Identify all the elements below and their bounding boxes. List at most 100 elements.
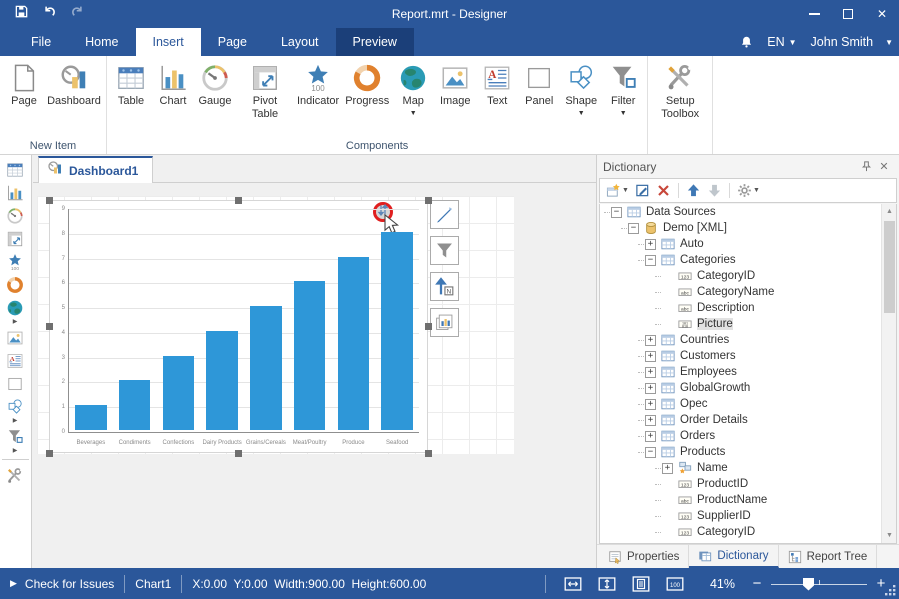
move-up-button[interactable] bbox=[684, 181, 703, 201]
chart-component[interactable]: 0 1 2 3 4 5 6 7 8 9 Beverages Condiments Confections… bbox=[49, 200, 444, 453]
sidebar-tool-map[interactable] bbox=[0, 296, 30, 319]
selection-handle[interactable] bbox=[235, 197, 242, 204]
ribbon-item-indicator[interactable]: 100 Indicator bbox=[294, 59, 342, 108]
user-menu[interactable]: John Smith ▼ bbox=[811, 35, 893, 49]
sidebar-tool-shape[interactable] bbox=[0, 395, 30, 418]
tree-node-productid[interactable]: 123 ProductID bbox=[600, 476, 896, 492]
tree-node-categoryname[interactable]: abc CategoryName bbox=[600, 284, 896, 300]
tree-node-supplierid[interactable]: 123 SupplierID bbox=[600, 508, 896, 524]
dashboard-page[interactable]: 0 1 2 3 4 5 6 7 8 9 Beverages Condiments Confections… bbox=[37, 196, 514, 457]
chart-tool-sort-ascending-button[interactable]: N bbox=[430, 272, 459, 301]
expand-icon[interactable]: + bbox=[645, 350, 656, 362]
menu-tab-layout[interactable]: Layout bbox=[264, 28, 336, 56]
menu-tab-insert[interactable]: Insert bbox=[135, 28, 201, 56]
fit-width-button[interactable] bbox=[560, 573, 586, 595]
ribbon-item-pivot-table[interactable]: Pivot Table bbox=[236, 59, 294, 121]
sidebar-tool-setup-toolbox[interactable] bbox=[0, 464, 30, 487]
zoom-slider-thumb[interactable] bbox=[803, 577, 814, 591]
tree-node-demo-xml[interactable]: − Demo [XML] bbox=[600, 220, 896, 236]
tree-node-name[interactable]: + Name bbox=[600, 460, 896, 476]
selection-handle[interactable] bbox=[46, 323, 53, 330]
collapse-icon[interactable]: − bbox=[645, 254, 656, 266]
close-button[interactable]: ✕ bbox=[865, 0, 899, 28]
ribbon-item-dashboard[interactable]: Dashboard bbox=[45, 59, 103, 108]
tab-dashboard1[interactable]: Dashboard1 bbox=[38, 156, 154, 183]
tree-node-categoryid[interactable]: 123 CategoryID bbox=[600, 524, 896, 540]
ribbon-item-text[interactable]: A Text bbox=[476, 59, 518, 108]
menu-tab-home[interactable]: Home bbox=[68, 28, 135, 56]
ribbon-item-chart[interactable]: Chart bbox=[152, 59, 194, 108]
bar-grains-cereals[interactable] bbox=[250, 306, 282, 430]
bar-meat-poultry[interactable] bbox=[293, 281, 326, 430]
panel-tab-report-tree[interactable]: Report Tree bbox=[779, 545, 878, 568]
scroll-up-icon[interactable]: ▲ bbox=[882, 204, 896, 219]
selection-handle[interactable] bbox=[235, 450, 242, 457]
tree-node-products[interactable]: − Products bbox=[600, 444, 896, 460]
chart-tool-chart-type-button[interactable] bbox=[430, 308, 459, 337]
tree-node-customers[interactable]: + Customers bbox=[600, 348, 896, 364]
sidebar-tool-filter[interactable] bbox=[0, 425, 30, 448]
tree-node-description[interactable]: abc Description bbox=[600, 300, 896, 316]
sidebar-tool-pivot-table[interactable] bbox=[0, 227, 30, 250]
ribbon-item-gauge[interactable]: Gauge bbox=[194, 59, 236, 108]
expand-icon[interactable]: + bbox=[645, 430, 656, 442]
sidebar-tool-panel[interactable] bbox=[0, 372, 30, 395]
ribbon-item-setup-toolbox[interactable]: Setup Toolbox bbox=[651, 59, 709, 121]
tree-node-employees[interactable]: + Employees bbox=[600, 364, 896, 380]
menu-tab-preview[interactable]: Preview bbox=[335, 28, 414, 56]
move-down-button[interactable] bbox=[705, 181, 724, 201]
bar-seafood[interactable] bbox=[381, 231, 413, 430]
tree-node-order-details[interactable]: + Order Details bbox=[600, 412, 896, 428]
selection-handle[interactable] bbox=[425, 450, 432, 457]
collapse-icon[interactable]: − bbox=[628, 222, 639, 234]
ribbon-item-filter[interactable]: Filter ▼ bbox=[602, 59, 644, 118]
ribbon-item-panel[interactable]: Panel bbox=[518, 59, 560, 108]
pin-icon[interactable] bbox=[857, 159, 875, 175]
ribbon-item-image[interactable]: Image bbox=[434, 59, 476, 108]
zoom-out-button[interactable]: − bbox=[749, 575, 765, 592]
tree-node-opec[interactable]: + Opec bbox=[600, 396, 896, 412]
resize-grip-icon[interactable] bbox=[883, 583, 897, 597]
expand-icon[interactable]: + bbox=[645, 366, 656, 378]
bar-confections[interactable] bbox=[162, 355, 195, 430]
sidebar-tool-image[interactable] bbox=[0, 326, 30, 349]
ribbon-item-page[interactable]: Page bbox=[3, 59, 45, 108]
sidebar-tool-table[interactable] bbox=[0, 158, 30, 181]
fit-page-button[interactable] bbox=[628, 573, 654, 595]
selection-handle[interactable] bbox=[425, 323, 432, 330]
undo-button[interactable] bbox=[36, 3, 62, 25]
sidebar-tool-indicator[interactable]: 100 bbox=[0, 250, 30, 273]
tree-scrollbar[interactable]: ▲ ▼ bbox=[881, 204, 896, 543]
tree-node-picture[interactable]: 101 010 Picture bbox=[600, 316, 896, 332]
chart-tool-filter-funnel-button[interactable] bbox=[430, 236, 459, 265]
tree-node-auto[interactable]: + Auto bbox=[600, 236, 896, 252]
tree-node-categories[interactable]: − Categories bbox=[600, 252, 896, 268]
bar-produce[interactable] bbox=[337, 256, 370, 430]
flyout-arrow-icon[interactable]: ▶ bbox=[0, 448, 30, 455]
sidebar-tool-progress[interactable] bbox=[0, 273, 30, 296]
scrollbar-thumb[interactable] bbox=[884, 221, 895, 313]
selection-handle[interactable] bbox=[46, 450, 53, 457]
scroll-down-icon[interactable]: ▼ bbox=[882, 528, 896, 543]
bar-condiments[interactable] bbox=[118, 380, 151, 430]
delete-item-button[interactable] bbox=[654, 181, 673, 201]
sidebar-tool-gauge[interactable] bbox=[0, 204, 30, 227]
sidebar-tool-chart[interactable] bbox=[0, 181, 30, 204]
language-selector[interactable]: EN ▼ bbox=[767, 35, 796, 49]
menu-tab-file[interactable]: File bbox=[14, 28, 68, 56]
save-button[interactable] bbox=[8, 3, 34, 25]
settings-gear-button[interactable]: ▼ bbox=[735, 181, 762, 201]
collapse-icon[interactable]: − bbox=[645, 446, 656, 458]
ribbon-item-table[interactable]: Table bbox=[110, 59, 152, 108]
tree-node-productname[interactable]: abc ProductName bbox=[600, 492, 896, 508]
ribbon-item-progress[interactable]: Progress bbox=[342, 59, 392, 108]
expand-icon[interactable]: + bbox=[645, 238, 656, 250]
flyout-arrow-icon[interactable]: ▶ bbox=[0, 319, 30, 326]
tree-node-countries[interactable]: + Countries bbox=[600, 332, 896, 348]
tree-node-data-sources[interactable]: − Data Sources bbox=[600, 204, 896, 220]
ribbon-item-shape[interactable]: Shape ▼ bbox=[560, 59, 602, 118]
notifications-bell-icon[interactable] bbox=[740, 35, 753, 49]
maximize-button[interactable] bbox=[831, 0, 865, 28]
expand-icon[interactable]: + bbox=[645, 382, 656, 394]
collapse-icon[interactable]: − bbox=[611, 206, 622, 218]
